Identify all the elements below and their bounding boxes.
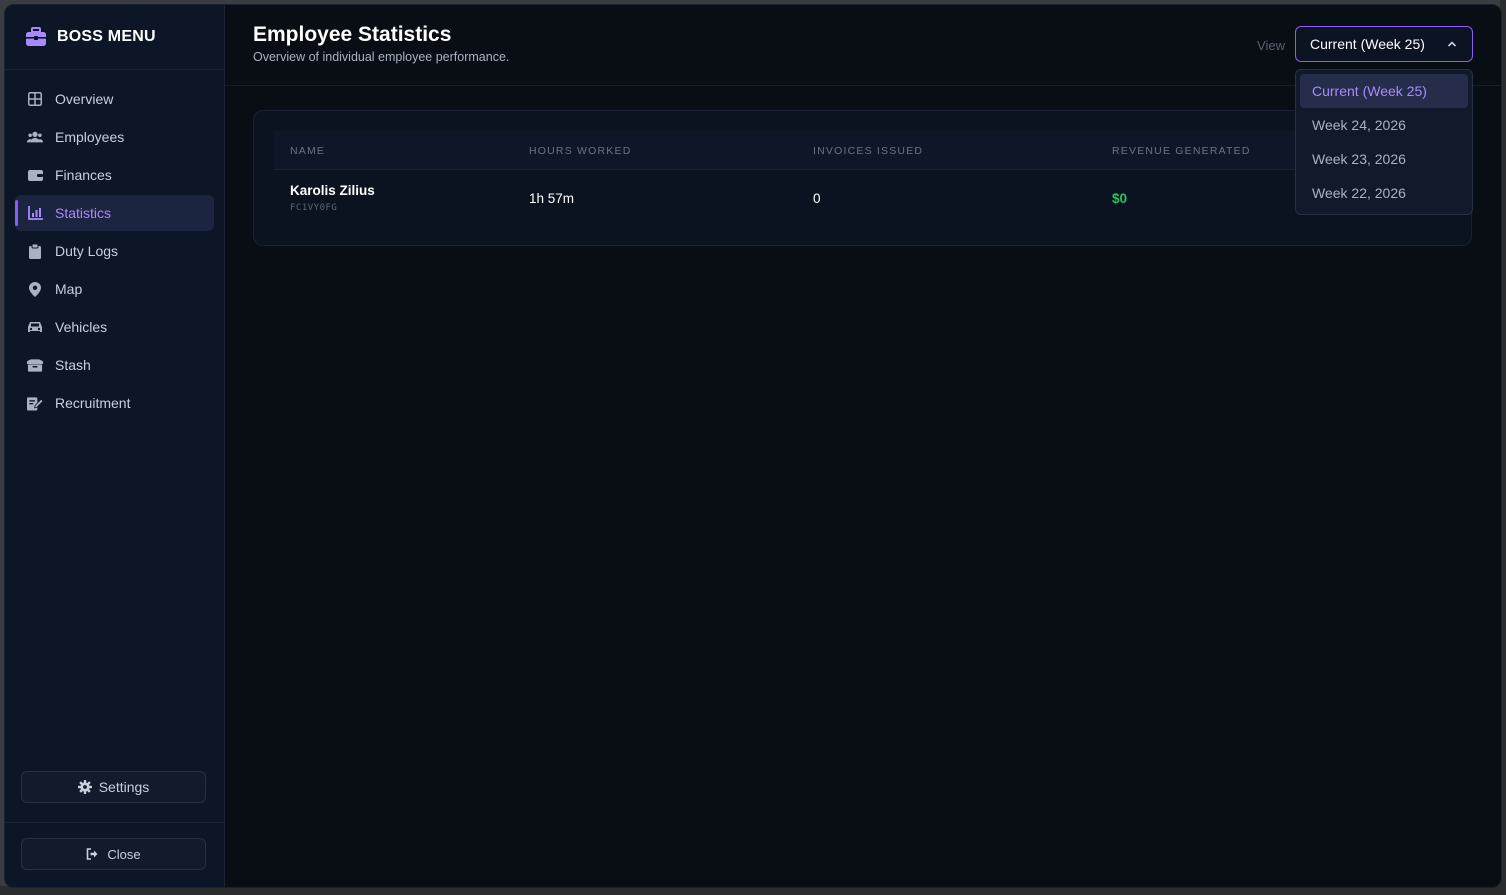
week-option[interactable]: Week 23, 2026 [1300,142,1468,176]
sidebar-item-label: Stash [55,357,91,373]
briefcase-icon [26,27,46,46]
sidebar-nav: Overview Employees Finances Statistics D… [5,81,224,423]
recruit-icon [27,395,43,411]
employee-name: Karolis Zilius [290,183,375,198]
sidebar-item-label: Statistics [55,205,112,221]
revenue-generated: $0 [1112,191,1128,206]
users-icon [27,129,43,145]
wallet-icon [27,167,43,183]
week-select-value: Current (Week 25) [1310,36,1425,52]
sidebar-item-recruitment[interactable]: Recruitment [15,385,214,421]
column-header-hours: HOURS WORKED [529,145,632,157]
settings-label: Settings [98,779,150,795]
brand-title: BOSS MENU [57,28,156,45]
sidebar-item-finances[interactable]: Finances [15,157,214,193]
sidebar-divider [5,822,224,823]
view-label: View [1257,38,1285,53]
week-dropdown: Current (Week 25) Week 24, 2026 Week 23,… [1295,69,1473,215]
brand: BOSS MENU [5,5,224,70]
sidebar-item-label: Finances [55,167,112,183]
sidebar-item-duty-logs[interactable]: Duty Logs [15,233,214,269]
week-option[interactable]: Week 24, 2026 [1300,108,1468,142]
employee-id: FC1VY0FG [290,203,338,213]
sidebar-item-stash[interactable]: Stash [15,347,214,383]
gear-icon [77,780,92,794]
sidebar-item-employees[interactable]: Employees [15,119,214,155]
sidebar-item-label: Employees [55,129,125,145]
table-row[interactable]: Karolis Zilius FC1VY0FG 1h 57m 0 $0 [274,170,1451,228]
page-subtitle: Overview of individual employee performa… [253,50,510,64]
sidebar-item-overview[interactable]: Overview [15,81,214,117]
car-icon [27,319,43,335]
sidebar-item-label: Vehicles [55,319,108,335]
sidebar-item-label: Recruitment [55,395,131,411]
chevron-up-icon [1447,41,1457,47]
close-button[interactable]: Close [21,838,206,870]
sidebar-item-map[interactable]: Map [15,271,214,307]
boss-menu-window: BOSS MENU Overview Employees Finances St… [4,4,1502,888]
clipboard-icon [27,243,43,259]
close-label: Close [107,846,141,862]
box-icon [27,357,43,373]
week-select[interactable]: Current (Week 25) [1295,26,1473,62]
table-header: NAME HOURS WORKED INVOICES ISSUED REVENU… [274,131,1451,170]
main-content: Employee Statistics Overview of individu… [225,5,1501,887]
sidebar-item-label: Duty Logs [55,243,119,259]
sign-out-icon [87,848,98,860]
page-title: Employee Statistics [253,23,452,46]
sidebar: BOSS MENU Overview Employees Finances St… [5,5,225,887]
chart-icon [27,205,43,221]
column-header-name: NAME [290,145,326,157]
invoices-issued: 0 [813,191,821,206]
sidebar-item-label: Overview [55,91,114,107]
sidebar-item-vehicles[interactable]: Vehicles [15,309,214,345]
column-header-invoices: INVOICES ISSUED [813,145,924,157]
sidebar-item-statistics[interactable]: Statistics [15,195,214,231]
map-pin-icon [27,281,43,297]
week-option[interactable]: Current (Week 25) [1300,74,1468,108]
settings-button[interactable]: Settings [21,771,206,803]
sidebar-item-label: Map [55,281,83,297]
statistics-table-card: NAME HOURS WORKED INVOICES ISSUED REVENU… [253,110,1472,246]
column-header-revenue: REVENUE GENERATED [1112,145,1251,157]
hours-worked: 1h 57m [529,191,575,206]
grid-icon [27,91,43,107]
week-option[interactable]: Week 22, 2026 [1300,176,1468,210]
